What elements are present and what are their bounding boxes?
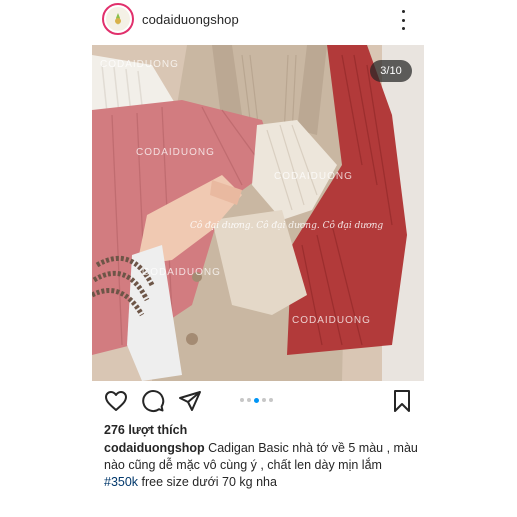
carousel-dot-active bbox=[254, 397, 259, 403]
sweater-photo bbox=[92, 45, 424, 381]
carousel-dot bbox=[240, 398, 244, 402]
carousel-counter: 3/10 bbox=[370, 60, 412, 82]
caption-username[interactable]: codaiduongshop bbox=[104, 441, 205, 455]
watermark: CODAIDUONG bbox=[136, 147, 215, 158]
comment-icon[interactable] bbox=[141, 389, 165, 413]
carousel-dots bbox=[240, 397, 273, 403]
send-icon[interactable] bbox=[178, 389, 202, 413]
more-vertical-icon[interactable] bbox=[397, 10, 409, 30]
post-caption: codaiduongshop Cadigan Basic nhà tớ về 5… bbox=[104, 440, 420, 491]
carousel-dot bbox=[269, 398, 273, 402]
brand-logo-icon bbox=[106, 7, 130, 31]
watermark: CODAIDUONG bbox=[274, 171, 353, 182]
likes-count[interactable]: 276 lượt thích bbox=[104, 423, 187, 437]
watermark: CODAIDUONG bbox=[142, 267, 221, 278]
carousel-dot bbox=[247, 398, 251, 402]
watermark: CODAIDUONG bbox=[100, 59, 179, 70]
post-header: codaiduongshop bbox=[96, 0, 426, 44]
bookmark-icon[interactable] bbox=[390, 389, 414, 413]
post-author-username[interactable]: codaiduongshop bbox=[142, 12, 239, 27]
watermark: CODAIDUONG bbox=[292, 315, 371, 326]
caption-tail: free size dưới 70 kg nha bbox=[138, 475, 277, 489]
heart-icon[interactable] bbox=[104, 389, 128, 413]
watermark-script: Cô đại dương. Cô đại dương. Cô đại dương bbox=[190, 221, 384, 231]
action-bar bbox=[96, 384, 422, 418]
hashtag-link[interactable]: #350k bbox=[104, 475, 138, 489]
avatar[interactable] bbox=[102, 3, 134, 35]
carousel-dot bbox=[262, 398, 266, 402]
post-image[interactable]: 3/10 CODAIDUONG CODAIDUONG CODAIDUONG CO… bbox=[92, 45, 424, 381]
